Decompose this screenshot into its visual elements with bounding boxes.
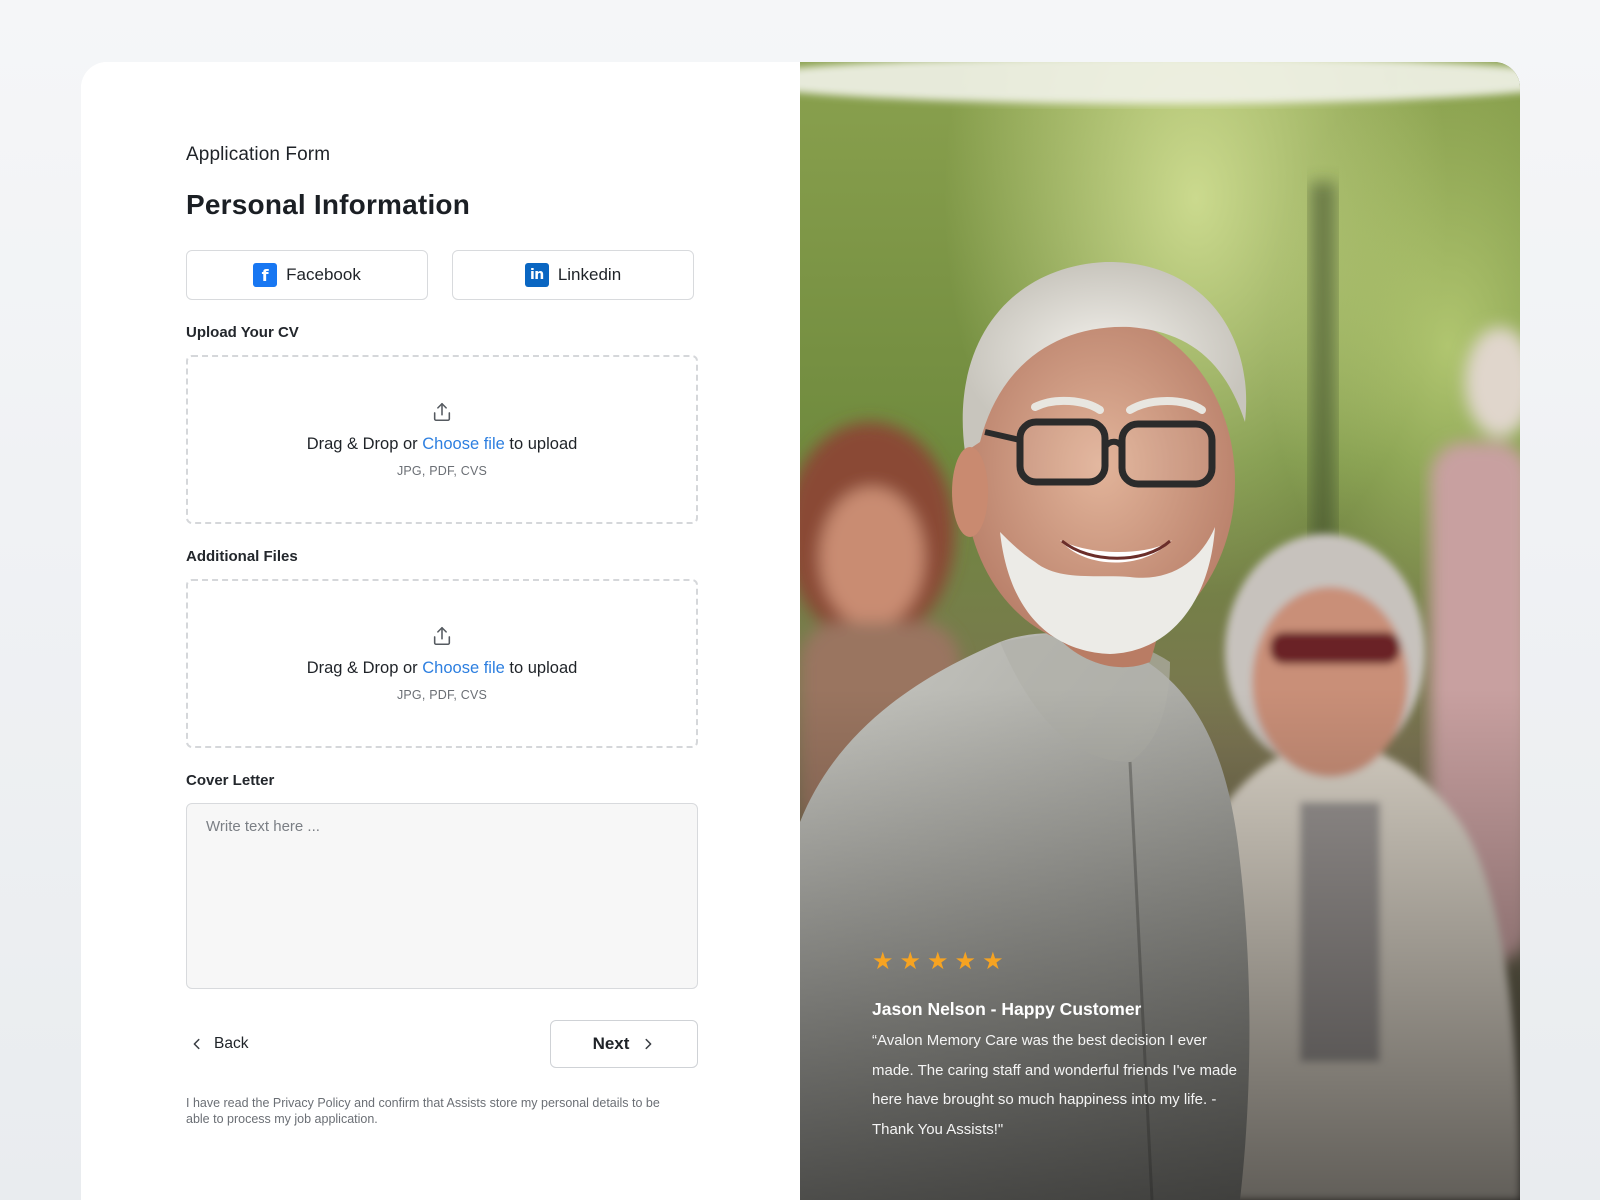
star-icon: ★ [982, 948, 1004, 975]
upload-cv-label: Upload Your CV [186, 324, 299, 341]
additional-files-suffix: to upload [509, 659, 578, 677]
cover-letter-label: Cover Letter [186, 772, 275, 789]
application-form: Application Form Personal Information f … [186, 144, 698, 1127]
additional-files-dropzone[interactable]: Drag & Drop or Choose file to upload JPG… [186, 579, 698, 748]
facebook-button[interactable]: f Facebook [186, 250, 428, 300]
star-icon: ★ [899, 948, 922, 975]
star-icon: ★ [954, 948, 977, 975]
form-navigation: Back Next [186, 1020, 698, 1068]
facebook-button-label: Facebook [286, 265, 361, 284]
chevron-left-icon [193, 1038, 200, 1050]
additional-files-instructions: Drag & Drop or Choose file to upload [307, 659, 578, 678]
facebook-icon: f [253, 263, 278, 287]
upload-cv-prefix: Drag & Drop or [306, 435, 418, 453]
upload-icon [433, 402, 451, 422]
star-rating: ★ ★ ★ ★ ★ [872, 950, 1242, 974]
back-button[interactable]: Back [186, 1035, 248, 1053]
testimonial-panel: ★ ★ ★ ★ ★ Jason Nelson - Happy Customer … [800, 62, 1520, 1200]
application-card: Application Form Personal Information f … [81, 62, 1520, 1200]
next-button[interactable]: Next [550, 1020, 698, 1068]
star-icon: ★ [872, 948, 894, 975]
upload-cv-instructions: Drag & Drop or Choose file to upload [307, 435, 578, 454]
chevron-right-icon [645, 1038, 652, 1050]
privacy-notice: I have read the Privacy Policy and confi… [186, 1096, 660, 1126]
upload-cv-choose-file-link[interactable]: Choose file [422, 435, 505, 453]
cover-letter-textarea[interactable] [186, 803, 698, 989]
linkedin-button[interactable]: in Linkedin [452, 250, 694, 300]
social-import-row: f Facebook in Linkedin [186, 250, 698, 300]
additional-files-prefix: Drag & Drop or [306, 659, 418, 677]
additional-files-file-types: JPG, PDF, CVS [396, 688, 488, 702]
linkedin-icon: in [524, 263, 549, 287]
next-button-label: Next [592, 1034, 630, 1053]
upload-icon [433, 626, 451, 646]
star-icon: ★ [927, 948, 949, 975]
additional-files-label: Additional Files [186, 548, 298, 565]
form-panel: Application Form Personal Information f … [81, 62, 800, 1200]
upload-cv-file-types: JPG, PDF, CVS [396, 464, 488, 478]
additional-files-choose-file-link[interactable]: Choose file [422, 659, 505, 677]
back-button-label: Back [214, 1035, 249, 1052]
testimonial-quote: “Avalon Memory Care was the best decisio… [872, 1032, 1238, 1138]
upload-cv-suffix: to upload [509, 435, 578, 453]
linkedin-button-label: Linkedin [557, 265, 622, 284]
testimonial-author: Jason Nelson - Happy Customer [872, 999, 1142, 1019]
form-eyebrow: Application Form [186, 144, 331, 165]
testimonial: ★ ★ ★ ★ ★ Jason Nelson - Happy Customer … [872, 950, 1242, 1144]
upload-cv-dropzone[interactable]: Drag & Drop or Choose file to upload JPG… [186, 355, 698, 524]
page-title: Personal Information [186, 189, 471, 220]
